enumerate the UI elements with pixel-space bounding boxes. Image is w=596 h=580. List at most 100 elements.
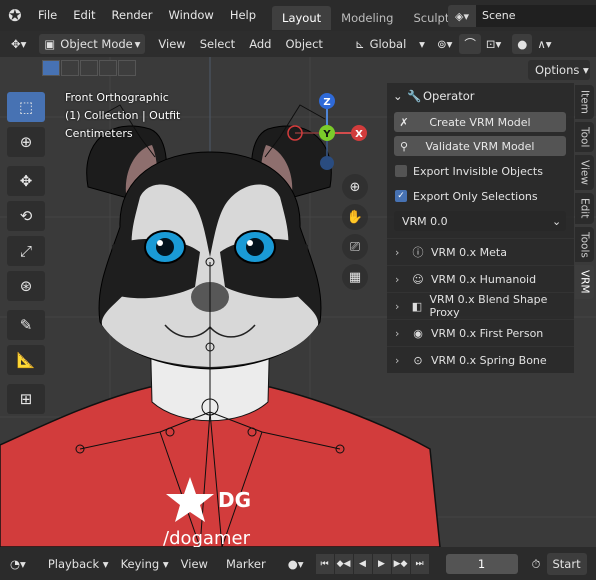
mode-dropdown[interactable]: ▣ Object Mode ▾ [39, 34, 146, 54]
vrm-meta-subpanel[interactable]: › ⓘ VRM 0.x Meta [387, 238, 574, 265]
export-only-selections-label: Export Only Selections [413, 189, 538, 203]
jump-keyframe-forward-button[interactable]: ▶◆ [391, 553, 410, 574]
measure-tool[interactable]: 📐 [7, 345, 45, 375]
chevron-down-icon: ⌄ [552, 214, 562, 228]
tab-modeling[interactable]: Modeling [331, 6, 403, 30]
scale-tool[interactable]: ⤢ [7, 236, 45, 266]
select-invert-button[interactable] [99, 60, 117, 76]
neg-z-axis-icon[interactable] [320, 156, 334, 170]
transform-tool[interactable]: ⊛ [7, 271, 45, 301]
start-frame-field[interactable]: Start [546, 552, 587, 575]
current-frame-field[interactable]: 1 [445, 553, 518, 574]
hand-icon: ✋ [346, 209, 364, 225]
orientation-dropdown[interactable]: ⊾ Global ▾ [350, 34, 430, 54]
navigation-gizmo[interactable]: Z X Y [285, 91, 375, 181]
scene-name-field[interactable]: Scene [476, 5, 596, 27]
vrm-blend-shape-proxy-subpanel[interactable]: › ◧ VRM 0.x Blend Shape Proxy [387, 292, 574, 319]
vrm-meta-label: VRM 0.x Meta [431, 245, 507, 259]
menu-help[interactable]: Help [222, 0, 264, 31]
scale-icon: ⤢ [19, 242, 32, 260]
vrm-humanoid-subpanel[interactable]: › ☺ VRM 0.x Humanoid [387, 265, 574, 292]
select-subtract-button[interactable] [80, 60, 98, 76]
record-button[interactable]: ●▾ [282, 553, 310, 575]
export-invisible-checkbox[interactable]: Export Invisible Objects [395, 161, 566, 181]
editor-type-button[interactable]: ✥▾ [6, 34, 31, 54]
tab-tools[interactable]: Tools [575, 226, 594, 263]
operator-panel-title: Operator [423, 89, 475, 103]
operator-panel-header[interactable]: ⌄ 🔧 Operator [387, 83, 574, 109]
menu-marker[interactable]: Marker [220, 553, 272, 575]
falloff-dropdown[interactable]: ∧▾ [532, 34, 556, 54]
info-icon: ⓘ [412, 246, 424, 259]
select-intersect-button[interactable] [118, 60, 136, 76]
scene-selector[interactable]: ◈▾ Scene [448, 5, 596, 27]
viewport-header: ✥▾ ▣ Object Mode ▾ View Select Add Objec… [0, 31, 596, 57]
add-cube-tool[interactable]: ⊞ [7, 384, 45, 414]
tab-layout[interactable]: Layout [272, 6, 332, 30]
select-new-button[interactable] [42, 60, 60, 76]
blender-logo-icon[interactable]: ✪ [0, 0, 30, 31]
vrm-version-dropdown[interactable]: VRM 0.0 ⌄ [394, 211, 566, 231]
validate-vrm-model-button[interactable]: ⚲ Validate VRM Model [394, 136, 566, 156]
stopwatch-icon[interactable]: ⏱ [526, 553, 547, 575]
vrm-version-label: VRM 0.0 [402, 214, 448, 228]
menu-view[interactable]: View [153, 34, 190, 54]
menu-select[interactable]: Select [195, 34, 240, 54]
vrm-spring-bone-subpanel[interactable]: › ⊙ VRM 0.x Spring Bone [387, 346, 574, 373]
vrm-blend-shape-proxy-label: VRM 0.x Blend Shape Proxy [429, 293, 548, 319]
create-vrm-model-button[interactable]: ✗ Create VRM Model [394, 112, 566, 132]
snap-toggle[interactable]: ⌒ [459, 34, 481, 54]
x-axis-label: X [355, 129, 363, 140]
tab-view[interactable]: View [575, 155, 594, 191]
options-dropdown[interactable]: Options ▾ [528, 60, 590, 80]
tab-vrm[interactable]: VRM [575, 265, 594, 299]
top-menu-bar: ✪ File Edit Render Window Help Layout Mo… [0, 0, 596, 31]
ortho-toggle-button[interactable]: ▦ [342, 264, 368, 290]
play-button[interactable]: ▶ [372, 553, 391, 574]
pencil-icon: ✎ [19, 316, 33, 334]
menu-playback[interactable]: Playback ▾ [42, 553, 115, 575]
menu-window[interactable]: Window [160, 0, 221, 31]
select-box-tool[interactable]: ⬚ [7, 92, 45, 122]
menu-file[interactable]: File [30, 0, 65, 31]
transform-icon: ⊛ [19, 277, 33, 295]
camera-view-button[interactable]: ⎚ [342, 234, 368, 260]
menu-add[interactable]: Add [244, 34, 276, 54]
menu-object[interactable]: Object [280, 34, 327, 54]
tab-edit[interactable]: Edit [575, 193, 594, 224]
mode-label: Object Mode [60, 37, 133, 51]
jump-keyframe-back-button[interactable]: ◆◀ [334, 553, 353, 574]
select-extend-button[interactable] [61, 60, 79, 76]
tab-tool[interactable]: Tool [575, 121, 594, 153]
tab-edit-label: Edit [578, 198, 591, 219]
export-only-selections-checkbox[interactable]: ✓ Export Only Selections [395, 186, 566, 206]
3d-viewport[interactable]: DG /dogamer ⬚ ⊕ ✥ ⟲ ⤢ ⊛ ✎ 📐 ⊞ Front Orth… [0, 57, 596, 547]
proportional-edit-toggle[interactable]: ● [512, 34, 533, 54]
timeline-editor-button[interactable]: ◔▾ [4, 553, 32, 575]
move-tool[interactable]: ✥ [7, 166, 45, 196]
chevron-down-icon: ▾ [134, 37, 141, 51]
checkmark-icon: ✓ [395, 190, 407, 202]
chevron-down-icon: ▾ [102, 556, 109, 571]
vrm-humanoid-label: VRM 0.x Humanoid [431, 272, 537, 286]
annotate-tool[interactable]: ✎ [7, 310, 45, 340]
zoom-button[interactable]: ⊕ [342, 174, 368, 200]
jump-end-button[interactable]: ⏭ [410, 553, 429, 574]
cursor-tool[interactable]: ⊕ [7, 127, 45, 157]
vrm-first-person-subpanel[interactable]: › ◉ VRM 0.x First Person [387, 319, 574, 346]
rotate-tool[interactable]: ⟲ [7, 201, 45, 231]
tool-shelf: ⬚ ⊕ ✥ ⟲ ⤢ ⊛ ✎ 📐 ⊞ [7, 92, 45, 419]
scene-icon[interactable]: ◈▾ [448, 5, 476, 27]
jump-start-button[interactable]: ⏮ [315, 553, 334, 574]
chevron-right-icon: › [395, 353, 400, 367]
playback-label: Playback [47, 556, 100, 571]
menu-timeline-view[interactable]: View [175, 553, 214, 575]
menu-keying[interactable]: Keying ▾ [115, 553, 175, 575]
pan-button[interactable]: ✋ [342, 204, 368, 230]
tab-item[interactable]: Item [575, 85, 594, 119]
snap-dropdown[interactable]: ⊡▾ [481, 34, 506, 54]
menu-edit[interactable]: Edit [65, 0, 103, 31]
menu-render[interactable]: Render [104, 0, 161, 31]
play-reverse-button[interactable]: ◀ [353, 553, 372, 574]
pivot-dropdown[interactable]: ⊚▾ [432, 34, 457, 54]
